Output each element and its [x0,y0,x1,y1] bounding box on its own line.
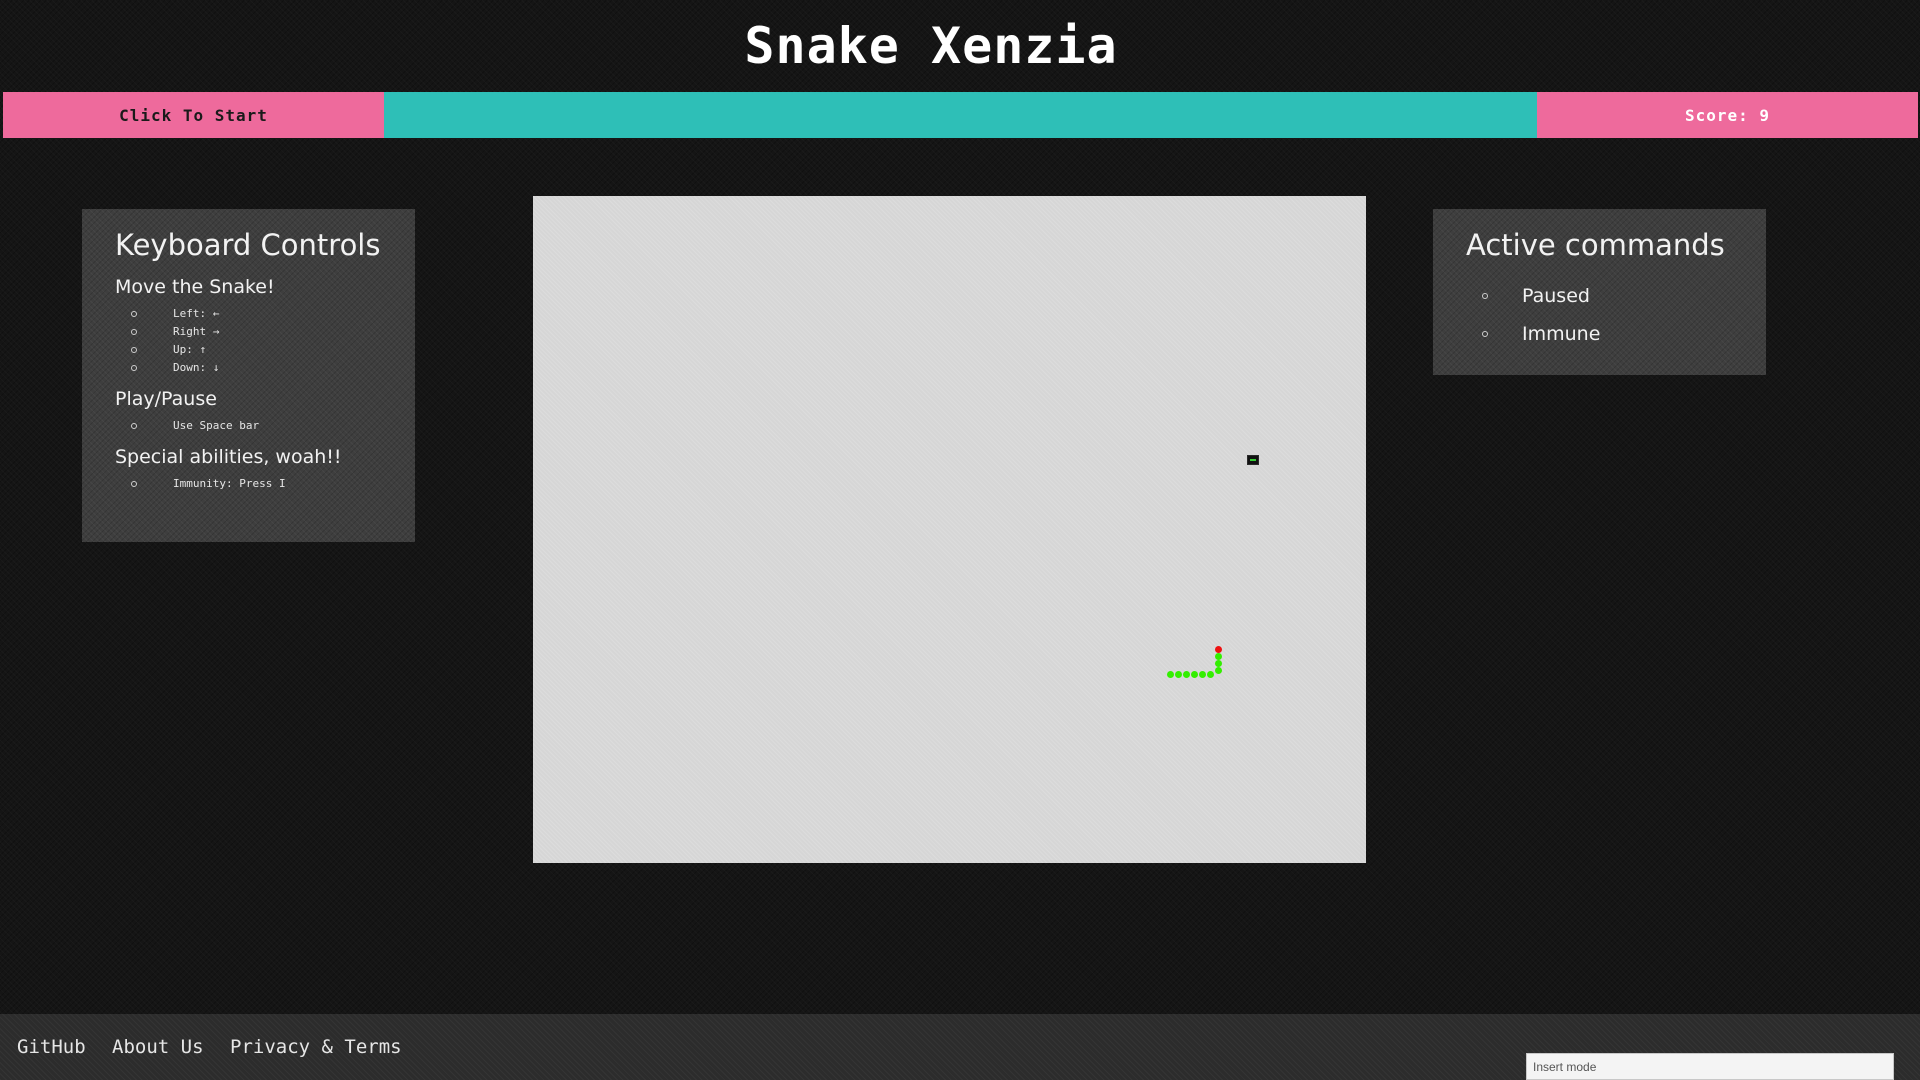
active-commands-list: Paused Immune [1466,277,1733,353]
top-bar: Click To Start Score: 9 [3,92,1918,138]
command-text: Immune [1522,323,1601,345]
bullet-icon [131,329,137,335]
snake-segment [1199,671,1206,678]
list-item: Right → [131,323,382,341]
command-text: Paused [1522,285,1590,307]
page-title: Snake Xenzia [744,17,1118,75]
control-text: Down: ↓ [173,361,220,374]
bullet-icon [1482,293,1488,299]
control-text: Immunity: Press I [173,477,286,490]
control-text: Up: ↑ [173,343,207,356]
section-heading-pause: Play/Pause [115,388,217,410]
start-button[interactable]: Click To Start [3,92,384,138]
control-text: Right → [173,325,220,338]
keyboard-controls-panel: Keyboard Controls Move the Snake! Left: … [82,209,415,542]
list-item: Immune [1482,315,1733,353]
github-link[interactable]: GitHub [17,1036,86,1058]
snake-segment [1183,671,1190,678]
snake-segment [1175,671,1182,678]
section-heading-abilities: Special abilities, woah!! [115,446,342,468]
control-text: Left: ← [173,307,220,320]
active-commands-title: Active commands [1466,228,1725,262]
snake-segment [1167,671,1174,678]
snake-segment [1215,660,1222,667]
list-item: Left: ← [131,305,382,323]
food-block-icon [1247,455,1259,465]
snake-segment [1207,671,1214,678]
list-item: Paused [1482,277,1733,315]
pause-controls-list: Use Space bar [115,417,382,435]
list-item: Immunity: Press I [131,475,382,493]
privacy-terms-link[interactable]: Privacy & Terms [230,1036,402,1058]
game-board[interactable] [533,196,1366,863]
snake-head [1215,646,1222,653]
bullet-icon [131,365,137,371]
snake-segment [1215,653,1222,660]
snake-segment [1191,671,1198,678]
section-heading-move: Move the Snake! [115,276,275,298]
about-us-link[interactable]: About Us [112,1036,204,1058]
active-commands-panel: Active commands Paused Immune [1433,209,1766,375]
list-item: Up: ↑ [131,341,382,359]
ability-controls-list: Immunity: Press I [115,475,382,493]
list-item: Use Space bar [131,417,382,435]
bullet-icon [1482,331,1488,337]
mode-indicator: Insert mode [1526,1053,1894,1080]
bullet-icon [131,347,137,353]
bullet-icon [131,423,137,429]
snake-segment [1215,667,1222,674]
score-display: Score: 9 [1537,92,1918,138]
controls-title: Keyboard Controls [115,228,381,262]
list-item: Down: ↓ [131,359,382,377]
move-controls-list: Left: ← Right → Up: ↑ Down: ↓ [115,305,382,377]
bullet-icon [131,311,137,317]
control-text: Use Space bar [173,419,260,432]
bullet-icon [131,481,137,487]
